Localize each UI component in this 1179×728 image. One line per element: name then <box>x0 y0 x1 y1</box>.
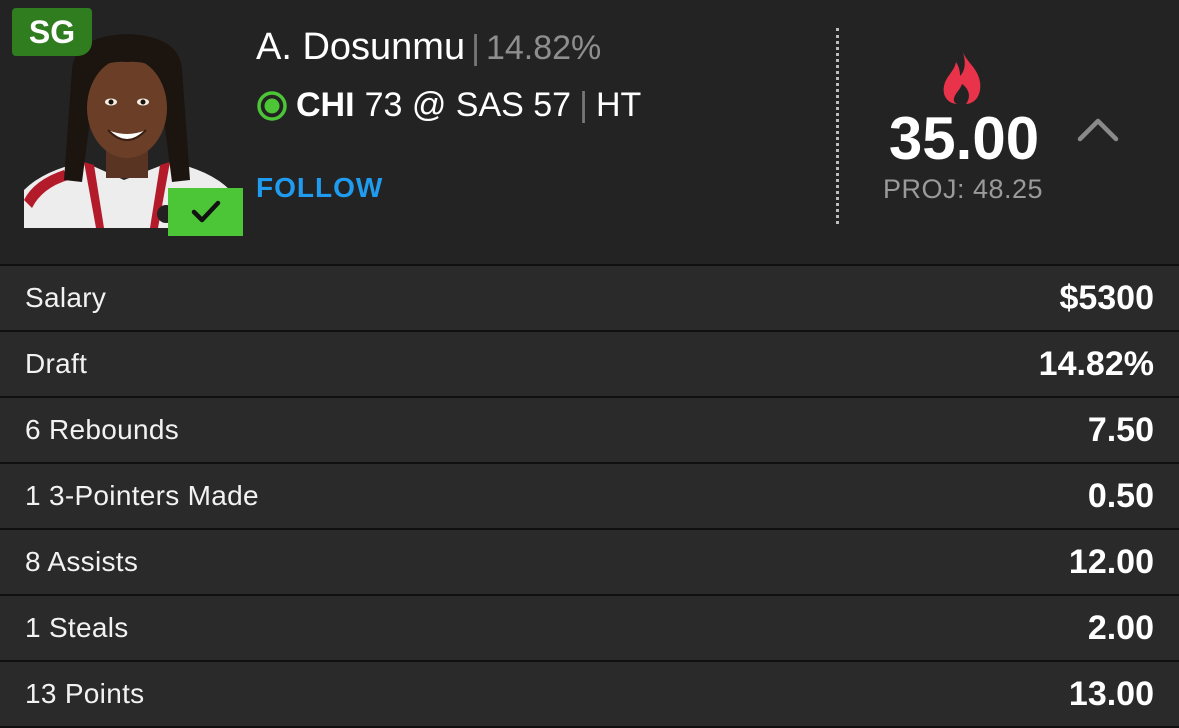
stat-row-rebounds: 6 Rebounds 7.50 <box>0 398 1179 464</box>
stat-row-steals: 1 Steals 2.00 <box>0 596 1179 662</box>
projection: PROJ: 48.25 <box>882 174 1044 204</box>
header-divider <box>836 28 839 224</box>
stat-label: 1 3-Pointers Made <box>25 480 259 511</box>
stat-label: Draft <box>25 348 88 379</box>
fantasy-points: 35.00 <box>888 105 1040 172</box>
check-icon <box>191 200 220 223</box>
ownership-percent: 14.82% <box>485 29 602 67</box>
game-info: CHI 73 @ SAS 57 | HT <box>256 86 641 125</box>
stat-value: 0.50 <box>1087 476 1154 515</box>
stat-label: 6 Rebounds <box>25 414 180 445</box>
stat-value: 14.82% <box>1038 344 1154 383</box>
player-card-header: SG A. Dosunmu | 14.82% CHI 73 @ SAS 57 |… <box>0 0 1179 264</box>
stat-label: 1 Steals <box>25 612 129 643</box>
game-status: HT <box>595 86 642 124</box>
player-photo-area: SG <box>12 8 244 236</box>
stat-value: 7.50 <box>1087 410 1154 449</box>
selected-check-badge <box>168 188 243 236</box>
chevron-up-icon[interactable] <box>1076 114 1120 144</box>
stat-row-salary: Salary $5300 <box>0 266 1179 332</box>
name-separator: | <box>471 29 480 67</box>
stat-row-three-pointers: 1 3-Pointers Made 0.50 <box>0 464 1179 530</box>
stat-row-points: 13 Points 13.00 <box>0 662 1179 728</box>
game-score: 73 @ SAS 57 <box>364 86 572 124</box>
stat-label: 13 Points <box>25 678 145 709</box>
player-name-line: A. Dosunmu | 14.82% <box>256 26 601 69</box>
stat-label: 8 Assists <box>25 546 139 577</box>
stat-label: Salary <box>25 282 107 313</box>
stats-list: Salary $5300 Draft 14.82% 6 Rebounds 7.5… <box>0 264 1179 728</box>
team-abbreviation: CHI <box>296 86 355 124</box>
live-indicator-icon <box>257 90 287 121</box>
game-separator: | <box>579 86 588 124</box>
player-name: A. Dosunmu <box>256 26 466 68</box>
stat-row-assists: 8 Assists 12.00 <box>0 530 1179 596</box>
stat-value: 13.00 <box>1068 674 1154 713</box>
position-badge: SG <box>12 8 92 56</box>
follow-button[interactable]: FOLLOW <box>256 172 383 204</box>
stat-value: 12.00 <box>1068 542 1154 581</box>
stat-row-draft: Draft 14.82% <box>0 332 1179 398</box>
flame-icon <box>943 50 981 104</box>
stat-value: $5300 <box>1059 278 1154 317</box>
stat-value: 2.00 <box>1087 608 1154 647</box>
